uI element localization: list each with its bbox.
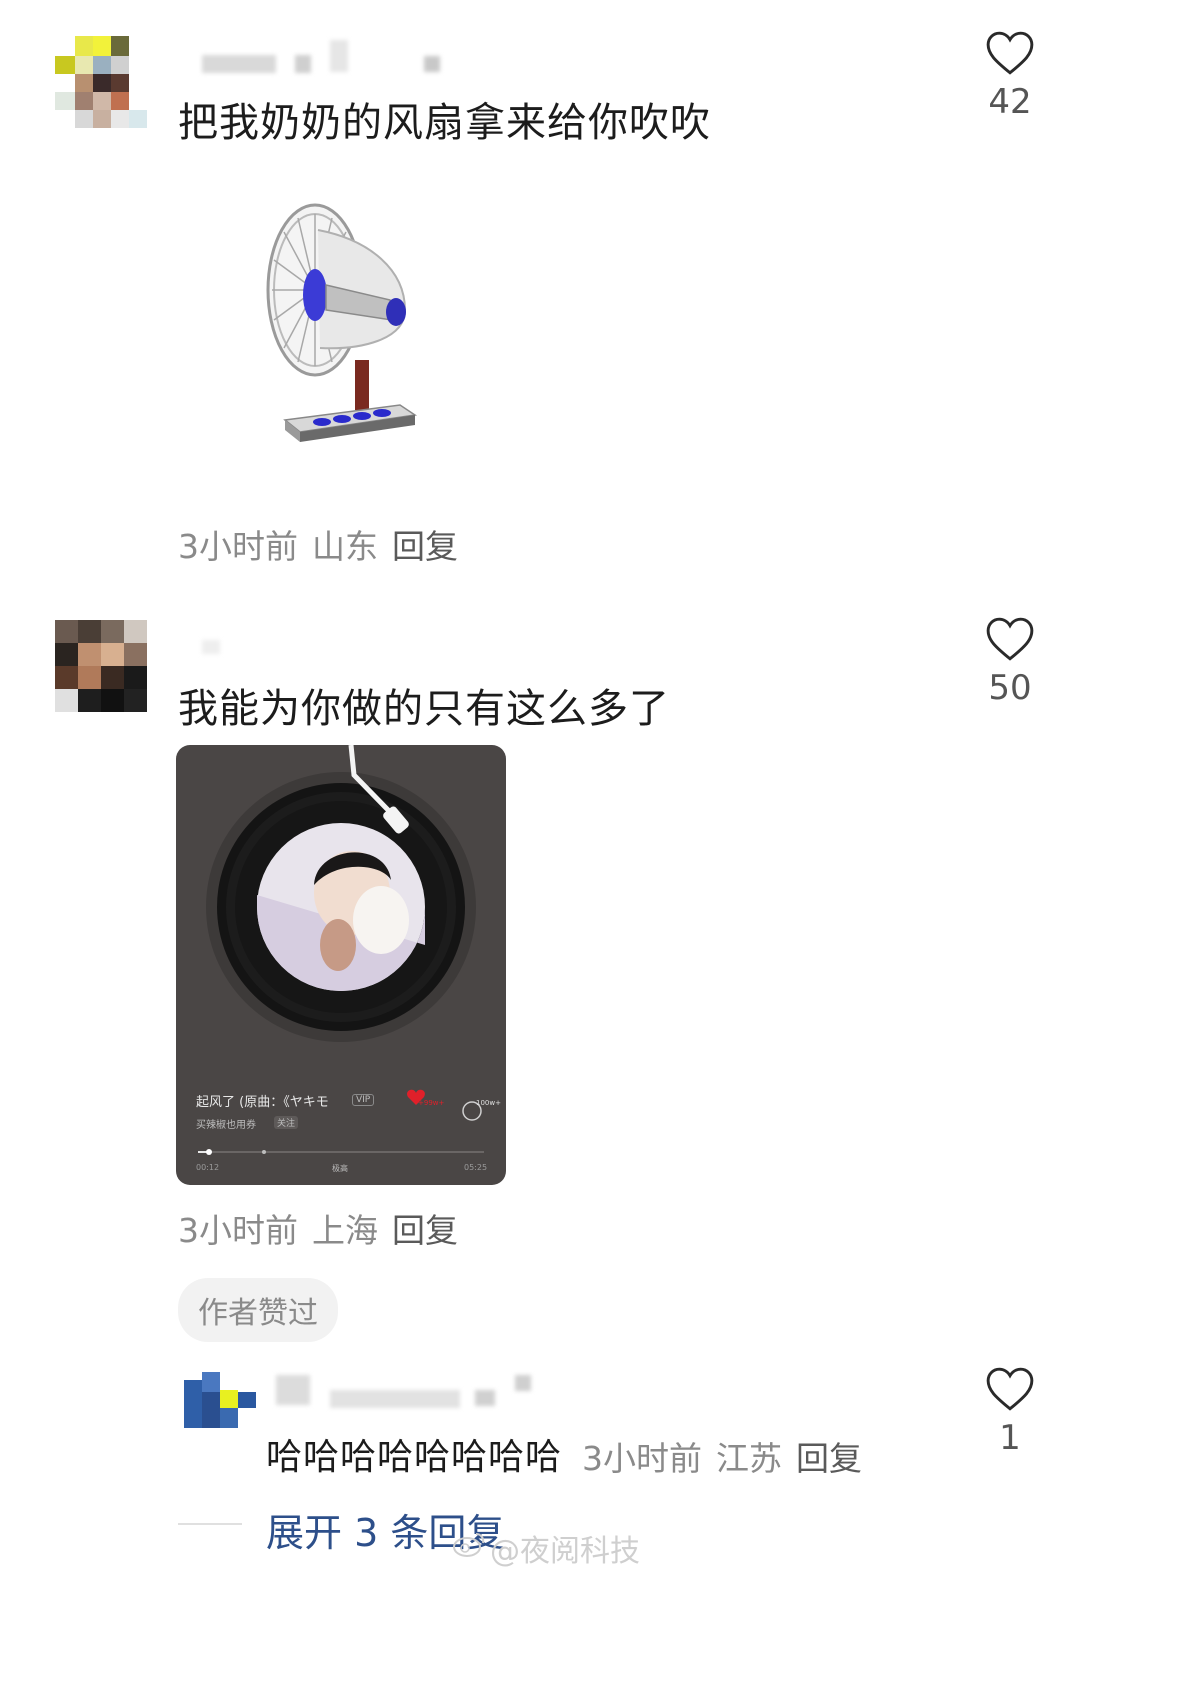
username-blurred[interactable] bbox=[202, 640, 220, 654]
like-count: 1 bbox=[999, 1418, 1021, 1458]
heart-outline-icon bbox=[986, 1367, 1034, 1411]
time-current: 00:12 bbox=[196, 1163, 220, 1172]
artist-name: 买辣椒也用券 bbox=[196, 1120, 256, 1131]
weibo-logo-icon bbox=[452, 1530, 486, 1558]
avatar[interactable] bbox=[184, 1372, 258, 1428]
like-button[interactable]: 42 bbox=[965, 30, 1055, 122]
reply-button[interactable]: 回复 bbox=[392, 1211, 458, 1250]
comment-text: 把我奶奶的风扇拿来给你吹吹 bbox=[178, 100, 711, 146]
username-blurred bbox=[475, 1390, 495, 1406]
player-like-count: +99w+ bbox=[418, 1099, 445, 1107]
watermark-text: @夜阅科技 bbox=[490, 1534, 640, 1569]
avatar[interactable] bbox=[55, 620, 147, 712]
comment-text: 我能为你做的只有这么多了 bbox=[178, 686, 670, 732]
username-blurred bbox=[424, 56, 440, 72]
avatar[interactable] bbox=[55, 36, 155, 136]
username-blurred bbox=[515, 1375, 531, 1391]
heart-outline-icon bbox=[986, 617, 1034, 661]
username-blurred bbox=[330, 1390, 460, 1408]
comment-meta: 3小时前 上海 回复 bbox=[178, 1204, 472, 1252]
comment-time: 3小时前 bbox=[178, 527, 298, 566]
comment-location: 上海 bbox=[312, 1211, 378, 1250]
comment-time: 3小时前 bbox=[178, 1211, 298, 1250]
vip-badge: VIP bbox=[352, 1094, 375, 1106]
reply-time: 3小时前 bbox=[582, 1439, 702, 1478]
time-total: 05:25 bbox=[464, 1163, 488, 1172]
expand-divider bbox=[178, 1523, 242, 1525]
reply-location: 江苏 bbox=[716, 1439, 782, 1478]
player-comment-count: 100w+ bbox=[476, 1099, 501, 1107]
electric-fan-sticker[interactable] bbox=[260, 200, 430, 460]
reply-text: 哈哈哈哈哈哈哈哈 bbox=[266, 1437, 563, 1478]
like-count: 42 bbox=[988, 82, 1032, 122]
follow-button[interactable]: 关注 bbox=[274, 1116, 299, 1129]
author-liked-badge: 作者赞过 bbox=[178, 1278, 338, 1342]
heart-outline-icon bbox=[986, 31, 1034, 75]
username-blurred bbox=[330, 40, 348, 72]
reply-button[interactable]: 回复 bbox=[796, 1439, 862, 1478]
username-blurred[interactable] bbox=[202, 55, 276, 73]
comment-meta: 3小时前 山东 回复 bbox=[178, 520, 472, 568]
like-button[interactable]: 1 bbox=[965, 1366, 1055, 1458]
music-player-image[interactable]: 起风了 (原曲：《ヤキモ VIP 买辣椒也用券 关注 +99w+ 100w+ 0… bbox=[176, 745, 506, 1185]
quality-label: 极高 bbox=[332, 1164, 348, 1173]
like-button[interactable]: 50 bbox=[965, 616, 1055, 708]
username-blurred bbox=[295, 55, 311, 73]
reply-button[interactable]: 回复 bbox=[392, 527, 458, 566]
song-title: 起风了 (原曲：《ヤキモ bbox=[196, 1095, 329, 1110]
reply-meta: 3小时前 江苏 回复 bbox=[582, 1432, 876, 1480]
username-blurred[interactable] bbox=[276, 1375, 310, 1405]
comment-location: 山东 bbox=[312, 527, 378, 566]
like-count: 50 bbox=[988, 668, 1032, 708]
